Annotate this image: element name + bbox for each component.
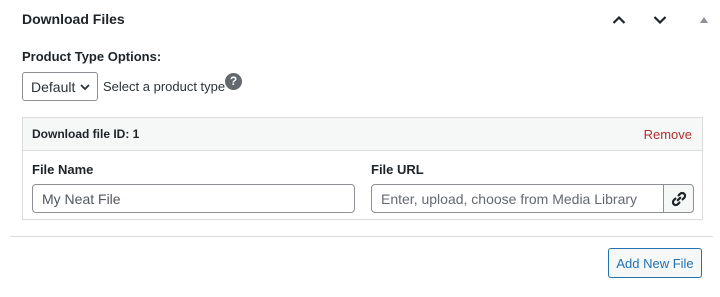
- chevron-down-icon: [653, 16, 667, 25]
- chevron-down-icon: [80, 84, 90, 91]
- divider: [10, 236, 713, 237]
- download-file-box: Download file ID: 1 Remove File Name Fil…: [22, 117, 703, 220]
- remove-link[interactable]: Remove: [644, 127, 692, 142]
- move-up-button[interactable]: [607, 8, 631, 32]
- toggle-panel-button[interactable]: [694, 8, 714, 32]
- product-type-hint: Select a product type: [103, 79, 226, 94]
- product-type-select-value: Default: [31, 78, 76, 95]
- triangle-up-icon: [700, 17, 708, 23]
- help-icon[interactable]: ?: [225, 73, 242, 90]
- choose-file-button[interactable]: [663, 184, 694, 213]
- product-type-label: Product Type Options:: [22, 49, 162, 64]
- file-url-label: File URL: [371, 162, 424, 177]
- download-file-header: Download file ID: 1 Remove: [23, 118, 702, 151]
- chevron-up-icon: [612, 15, 626, 24]
- panel-title: Download Files: [22, 11, 125, 27]
- link-icon: [671, 191, 686, 206]
- product-type-select[interactable]: Default: [22, 72, 98, 101]
- download-file-id: Download file ID: 1: [32, 127, 140, 141]
- move-down-button[interactable]: [648, 8, 672, 32]
- file-url-input[interactable]: [371, 184, 664, 213]
- file-name-label: File Name: [32, 162, 94, 177]
- add-new-file-button[interactable]: Add New File: [608, 248, 702, 278]
- panel-header: Download Files: [0, 0, 720, 40]
- file-name-input[interactable]: [32, 184, 355, 213]
